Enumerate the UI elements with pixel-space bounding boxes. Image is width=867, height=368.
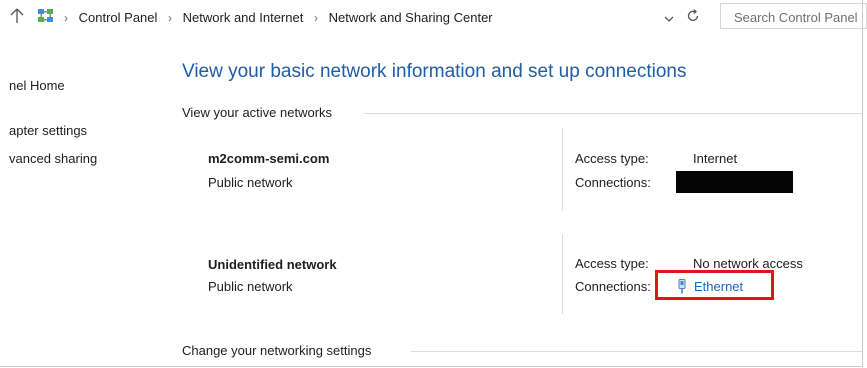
up-arrow-icon[interactable] [10,8,24,24]
control-panel-icon [37,7,55,25]
active-networks-heading: View your active networks [182,105,333,120]
network-category-link[interactable]: Public network [208,175,293,190]
access-type-value: Internet [693,151,738,166]
change-adapter-settings-link[interactable]: apter settings [9,123,87,138]
advanced-sharing-link[interactable]: vanced sharing [9,151,97,166]
column-divider [562,234,563,314]
section-divider [364,113,862,114]
chevron-down-icon[interactable] [663,12,675,24]
redacted-connection [676,171,793,193]
network-category-link[interactable]: Public network [208,279,293,294]
highlight-box [655,270,774,300]
left-pane: nel Home apter settings vanced sharing [0,40,160,360]
breadcrumb: › Control Panel › Network and Internet ›… [64,10,493,26]
breadcrumb-control-panel[interactable]: Control Panel [79,10,158,25]
section-divider [411,351,862,352]
change-settings-heading: Change your networking settings [182,343,372,358]
column-divider [562,128,563,211]
address-bar: › Control Panel › Network and Internet ›… [0,0,867,32]
breadcrumb-network-sharing-center[interactable]: Network and Sharing Center [329,10,493,25]
access-type-label: Access type: [575,151,649,166]
access-type-value: No network access [693,256,803,271]
access-type-label: Access type: [575,256,649,271]
connections-label: Connections: [575,279,651,294]
control-panel-home-link[interactable]: nel Home [9,78,65,93]
breadcrumb-separator-icon[interactable]: › [314,11,318,25]
network-name: Unidentified network [208,257,337,272]
breadcrumb-network-and-internet[interactable]: Network and Internet [183,10,304,25]
breadcrumb-separator-icon[interactable]: › [64,11,68,25]
refresh-icon[interactable] [684,7,702,25]
connections-label: Connections: [575,175,651,190]
page-title: View your basic network information and … [182,61,687,82]
breadcrumb-separator-icon[interactable]: › [168,11,172,25]
network-name: m2comm-semi.com [208,151,330,166]
search-input[interactable]: Search Control Panel [720,3,867,29]
